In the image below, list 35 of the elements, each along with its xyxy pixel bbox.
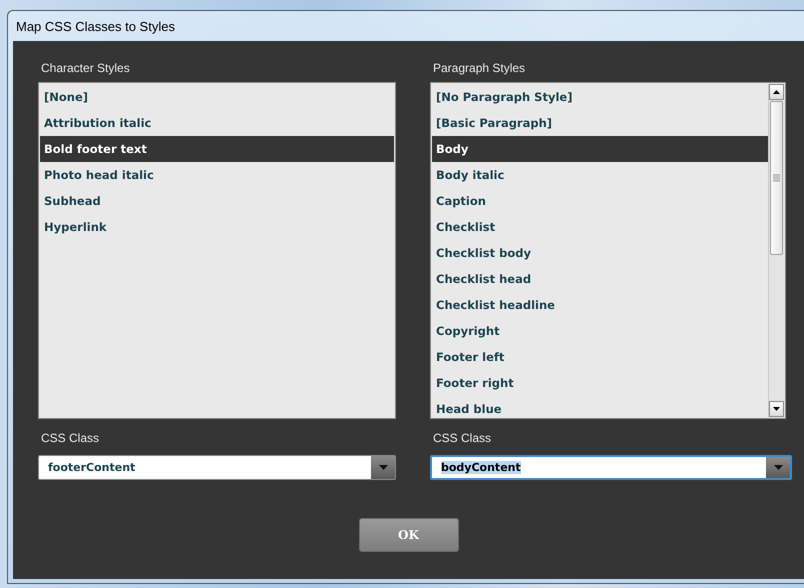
list-item[interactable]: Footer right xyxy=(432,370,768,396)
list-item[interactable]: Subhead xyxy=(40,188,394,214)
list-item[interactable]: Checklist xyxy=(432,214,768,240)
dropdown-arrow-icon xyxy=(774,465,782,470)
field-label: CSS Class xyxy=(41,431,100,447)
list-item[interactable]: Checklist head xyxy=(432,266,768,292)
list-item[interactable]: Head blue xyxy=(432,396,768,422)
scroll-up-button[interactable] xyxy=(769,84,784,100)
up-arrow-icon xyxy=(773,90,780,94)
list-item[interactable]: Hyperlink xyxy=(40,214,394,240)
list-item[interactable]: Photo head italic xyxy=(40,162,394,188)
list-item[interactable]: Checklist body xyxy=(432,240,768,266)
list-item[interactable]: Copyright xyxy=(432,318,768,344)
list-item[interactable]: Caption xyxy=(432,188,768,214)
scrollbar[interactable] xyxy=(768,84,784,417)
list-item[interactable]: Footer left xyxy=(432,344,768,370)
list-item[interactable]: [None] xyxy=(40,84,394,110)
css-class-dropdown[interactable]: bodyContent xyxy=(430,455,792,480)
list-label: Paragraph Styles xyxy=(433,61,526,77)
list-label: Character Styles xyxy=(41,61,131,77)
dropdown-arrow-icon xyxy=(378,465,388,470)
list-item[interactable]: Body italic xyxy=(432,162,768,188)
list-item[interactable]: Body xyxy=(432,136,768,162)
list-item[interactable]: [Basic Paragraph] xyxy=(432,110,768,136)
grip-icon xyxy=(773,174,780,182)
scroll-down-button[interactable] xyxy=(769,401,784,417)
field-label: CSS Class xyxy=(433,431,492,447)
list-item[interactable]: [No Paragraph Style] xyxy=(432,84,768,110)
list-item[interactable]: Attribution italic xyxy=(40,110,394,136)
down-arrow-icon xyxy=(773,407,780,411)
window-title: Map CSS Classes to Styles xyxy=(16,18,176,34)
list-item[interactable]: Checklist headline xyxy=(432,292,768,318)
css-class-dropdown[interactable]: footerContent xyxy=(38,455,396,480)
scroll-thumb[interactable] xyxy=(770,101,783,255)
list-item[interactable]: Bold footer text xyxy=(40,136,394,162)
